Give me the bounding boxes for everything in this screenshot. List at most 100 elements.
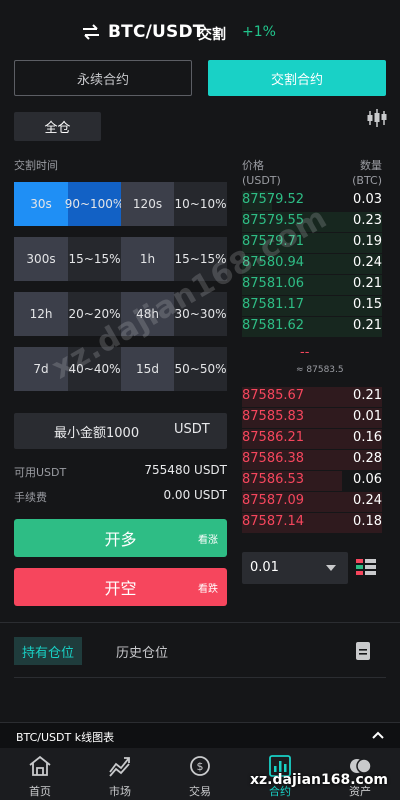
swap-icon[interactable] bbox=[80, 22, 102, 42]
pair-title[interactable]: BTC/USDT bbox=[108, 22, 205, 42]
bid-row[interactable]: 87579.55 0.23 bbox=[242, 211, 382, 232]
ask-price: 87585.83 bbox=[242, 409, 305, 424]
section-divider bbox=[0, 622, 400, 623]
tabs-underline bbox=[14, 677, 386, 678]
bid-price: 87581.06 bbox=[242, 276, 305, 291]
time-option-300s[interactable]: 300s bbox=[14, 237, 68, 281]
ask-row[interactable]: 87585.67 0.21 bbox=[242, 386, 382, 407]
open-short-label: 开空 bbox=[104, 579, 137, 598]
amount-placeholder: 最小金额1000 bbox=[54, 426, 140, 441]
price-change: +1% bbox=[242, 24, 276, 40]
contract-type: 交割 bbox=[198, 27, 226, 43]
amount-input[interactable]: 最小金额1000 USDT bbox=[14, 413, 227, 449]
bid-row[interactable]: 87580.94 0.24 bbox=[242, 253, 382, 274]
ask-row[interactable]: 87585.83 0.01 bbox=[242, 407, 382, 428]
precision-value: 0.01 bbox=[250, 560, 279, 575]
mid-price: -- bbox=[300, 345, 310, 360]
precision-select[interactable]: 0.01 bbox=[242, 552, 348, 584]
price-unit: (USDT) bbox=[242, 174, 281, 187]
time-option-7d[interactable]: 7d bbox=[14, 347, 68, 391]
bid-row[interactable]: 87581.17 0.15 bbox=[242, 295, 382, 316]
bid-qty: 0.19 bbox=[353, 234, 382, 249]
nav-market-label: 市场 bbox=[109, 785, 131, 798]
chevron-down-icon bbox=[326, 565, 336, 571]
bid-qty: 0.15 bbox=[353, 297, 382, 312]
time-option-15d[interactable]: 15d bbox=[121, 347, 174, 391]
kline-chart-label: BTC/USDT k线图表 bbox=[16, 731, 115, 744]
nav-home[interactable]: 首页 bbox=[0, 748, 80, 800]
qty-header: 数量 bbox=[360, 159, 382, 172]
bid-qty: 0.23 bbox=[353, 213, 382, 228]
ask-row[interactable]: 87586.38 0.28 bbox=[242, 449, 382, 470]
ask-price: 87587.09 bbox=[242, 493, 305, 508]
open-long-button[interactable]: 开多 看涨 bbox=[14, 519, 227, 557]
bid-price: 87579.55 bbox=[242, 213, 305, 228]
time-option-120s[interactable]: 120s bbox=[121, 182, 174, 226]
ask-row[interactable]: 87587.09 0.24 bbox=[242, 491, 382, 512]
bid-row[interactable]: 87581.62 0.21 bbox=[242, 316, 382, 337]
ask-price: 87586.53 bbox=[242, 472, 305, 487]
bid-row[interactable]: 87579.52 0.03 bbox=[242, 190, 382, 211]
bid-price: 87581.62 bbox=[242, 318, 305, 333]
time-option-range[interactable]: 50~50% bbox=[174, 347, 227, 391]
bid-qty: 0.24 bbox=[353, 255, 382, 270]
ask-row[interactable]: 87587.14 0.18 bbox=[242, 512, 382, 533]
bid-price: 87579.52 bbox=[242, 192, 305, 207]
margin-mode-button[interactable]: 全仓 bbox=[14, 112, 101, 141]
ask-qty: 0.21 bbox=[353, 388, 382, 403]
ask-price: 87586.21 bbox=[242, 430, 305, 445]
time-option-1h[interactable]: 1h bbox=[121, 237, 174, 281]
time-option-range[interactable]: 30~30% bbox=[174, 292, 227, 336]
open-short-button[interactable]: 开空 看跌 bbox=[14, 568, 227, 606]
watermark-bottom: xz.dajian168.com bbox=[250, 772, 389, 788]
bid-price: 87581.17 bbox=[242, 297, 305, 312]
tab-position-history[interactable]: 历史仓位 bbox=[108, 637, 176, 665]
amount-unit: USDT bbox=[174, 422, 210, 437]
chevron-up-icon[interactable] bbox=[372, 731, 384, 739]
nav-home-label: 首页 bbox=[29, 785, 51, 798]
bid-qty: 0.21 bbox=[353, 276, 382, 291]
ask-row[interactable]: 87586.53 0.06 bbox=[242, 470, 382, 491]
tab-perpetual[interactable]: 永续合约 bbox=[14, 60, 192, 96]
time-option-48h[interactable]: 48h bbox=[121, 292, 174, 336]
ask-qty: 0.06 bbox=[353, 472, 382, 487]
open-long-sub: 看涨 bbox=[198, 535, 218, 546]
bid-price: 87580.94 bbox=[242, 255, 305, 270]
time-option-12h[interactable]: 12h bbox=[14, 292, 68, 336]
time-option-range[interactable]: 10~10% bbox=[174, 182, 227, 226]
time-option-range[interactable]: 40~40% bbox=[68, 347, 121, 391]
time-option-range[interactable]: 15~15% bbox=[68, 237, 121, 281]
nav-market[interactable]: 市场 bbox=[80, 748, 160, 800]
open-short-sub: 看跌 bbox=[198, 584, 218, 595]
mid-sub: ≈ 87583.5 bbox=[296, 365, 344, 375]
candlestick-icon[interactable] bbox=[366, 108, 388, 128]
ask-row[interactable]: 87586.21 0.16 bbox=[242, 428, 382, 449]
price-header: 价格 bbox=[242, 159, 264, 172]
open-long-label: 开多 bbox=[104, 530, 137, 549]
bid-price: 87579.71 bbox=[242, 234, 305, 249]
ask-price: 87587.14 bbox=[242, 514, 305, 529]
time-option-range[interactable]: 90~100% bbox=[65, 182, 124, 226]
svg-text:$: $ bbox=[197, 760, 204, 773]
tab-current-positions[interactable]: 持有仓位 bbox=[14, 637, 82, 665]
available-value: 755480 USDT bbox=[144, 463, 227, 477]
time-option-range[interactable]: 20~20% bbox=[68, 292, 121, 336]
ask-qty: 0.24 bbox=[353, 493, 382, 508]
bid-row[interactable]: 87579.71 0.19 bbox=[242, 232, 382, 253]
ask-qty: 0.28 bbox=[353, 451, 382, 466]
time-option-30s[interactable]: 30s bbox=[14, 182, 68, 226]
nav-trade[interactable]: $ 交易 bbox=[160, 748, 240, 800]
document-icon[interactable] bbox=[356, 642, 370, 660]
orderbook-layout-icon[interactable] bbox=[356, 558, 376, 576]
ask-qty: 0.01 bbox=[353, 409, 382, 424]
tab-delivery[interactable]: 交割合约 bbox=[208, 60, 386, 96]
nav-trade-label: 交易 bbox=[189, 785, 211, 798]
market-icon bbox=[109, 757, 130, 777]
bid-row[interactable]: 87581.06 0.21 bbox=[242, 274, 382, 295]
trade-icon: $ bbox=[190, 756, 210, 776]
fee-value: 0.00 USDT bbox=[163, 488, 227, 502]
time-option-range[interactable]: 15~15% bbox=[174, 237, 227, 281]
kline-chart-bar[interactable]: BTC/USDT k线图表 bbox=[0, 722, 400, 748]
fee-label: 手续费 bbox=[14, 491, 47, 504]
qty-unit: (BTC) bbox=[352, 174, 382, 187]
